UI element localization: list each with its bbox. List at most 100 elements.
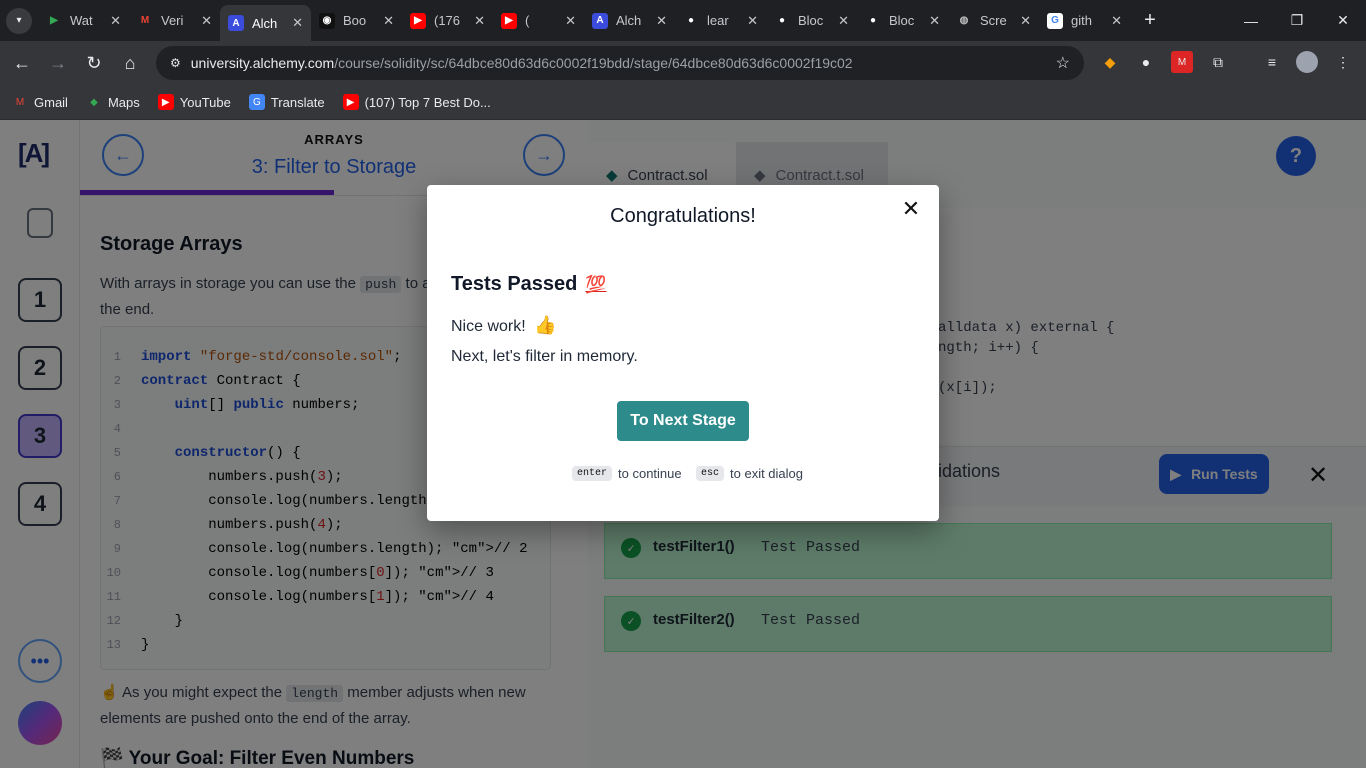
browser-menu-icon[interactable]: ⋮ bbox=[1332, 51, 1354, 73]
github-icon: ● bbox=[778, 15, 786, 26]
github-icon: ● bbox=[687, 15, 695, 26]
reload-button[interactable]: ↻ bbox=[76, 53, 112, 74]
alchemy-icon: A bbox=[592, 12, 608, 29]
dialog-title: Congratulations! bbox=[610, 205, 756, 227]
maximize-button[interactable]: ❐ bbox=[1274, 0, 1320, 41]
dialog-heading: Tests Passed 💯 bbox=[451, 273, 607, 296]
bookmark-label: Gmail bbox=[34, 94, 68, 110]
tab-search-button[interactable]: ▾ bbox=[6, 7, 32, 34]
browser-tab[interactable]: A Alch ✕ bbox=[584, 5, 675, 37]
browser-tab-strip: ▾ ▶ Wat ✕ M Veri ✕ A Alch ✕ ◉ Boo ✕ ▶ (176 ✕ ▶(✕ A Alch ✕ ●… bbox=[0, 0, 1366, 41]
tab-title: (176 bbox=[434, 13, 461, 28]
bookmark-item[interactable]: ▶ (107) Top 7 Best Do... bbox=[342, 94, 491, 110]
close-tab-icon[interactable]: ✕ bbox=[565, 13, 576, 29]
youtube-icon: ▶ bbox=[501, 12, 517, 29]
globe-icon: ◍ bbox=[959, 15, 969, 26]
play-icon: ▶ bbox=[50, 15, 58, 26]
next-stage-dialog-button[interactable]: To Next Stage bbox=[617, 401, 749, 441]
enter-hint-text: to continue bbox=[618, 466, 682, 481]
bot-icon: ◉ bbox=[319, 12, 335, 29]
back-button[interactable]: ← bbox=[4, 53, 40, 74]
tab-title: Bloc bbox=[798, 13, 824, 28]
site-info-icon[interactable]: ⚙ bbox=[170, 56, 181, 70]
tab-title: Bloc bbox=[889, 13, 915, 28]
browser-tab[interactable]: ◍ Scre ✕ bbox=[948, 5, 1039, 37]
bookmark-label: (107) Top 7 Best Do... bbox=[364, 94, 491, 110]
browser-tab[interactable]: ◉ Boo ✕ bbox=[311, 5, 402, 37]
browser-toolbar: ← → ↻ ⌂ ⚙ university.alchemy.com/course/… bbox=[0, 41, 1366, 85]
browser-tab[interactable]: M Veri ✕ bbox=[129, 5, 220, 37]
tab-title: Alch bbox=[252, 15, 278, 31]
url-host: university.alchemy.com bbox=[190, 55, 335, 71]
bookmark-item[interactable]: G Translate bbox=[248, 94, 325, 110]
close-tab-icon[interactable]: ✕ bbox=[110, 13, 121, 29]
browser-tab[interactable]: ● Bloc ✕ bbox=[857, 5, 948, 37]
youtube-icon: ▶ bbox=[410, 12, 426, 29]
close-tab-icon[interactable]: ✕ bbox=[929, 13, 940, 29]
bookmark-item[interactable]: ◆ Maps bbox=[86, 94, 140, 110]
media-control-icon[interactable]: ≡ bbox=[1261, 51, 1283, 73]
close-tab-icon[interactable]: ✕ bbox=[1111, 13, 1122, 29]
maps-icon: ◆ bbox=[90, 96, 98, 108]
tab-title: Boo bbox=[343, 13, 367, 28]
nice-work-text: Nice work! bbox=[451, 318, 526, 335]
close-tab-icon[interactable]: ✕ bbox=[201, 13, 212, 29]
browser-tab[interactable]: ● Bloc ✕ bbox=[766, 5, 857, 37]
bookmark-label: YouTube bbox=[179, 94, 231, 110]
forward-button[interactable]: → bbox=[40, 53, 76, 74]
bookmark-item[interactable]: M Gmail bbox=[12, 94, 68, 110]
browser-tab[interactable]: ▶ (176 ✕ bbox=[402, 5, 493, 37]
bookmark-label: Translate bbox=[270, 94, 325, 110]
enter-key: enter bbox=[572, 466, 613, 481]
chevron-down-icon: ▾ bbox=[16, 15, 22, 26]
close-tab-icon[interactable]: ✕ bbox=[474, 13, 485, 29]
enter-hint: enter to continue bbox=[572, 466, 682, 481]
browser-tab[interactable]: ▶ Wat ✕ bbox=[38, 5, 129, 37]
youtube-icon: ▶ bbox=[342, 94, 359, 110]
close-tab-icon[interactable]: ✕ bbox=[292, 15, 303, 31]
address-bar[interactable]: ⚙ university.alchemy.com/course/solidity… bbox=[156, 46, 1084, 80]
tests-passed-text: Tests Passed bbox=[451, 273, 578, 295]
bookmark-label: Maps bbox=[107, 94, 140, 110]
close-icon[interactable]: ✕ bbox=[899, 196, 923, 221]
gmail-icon: M bbox=[140, 15, 150, 26]
close-tab-icon[interactable]: ✕ bbox=[747, 13, 758, 29]
close-tab-icon[interactable]: ✕ bbox=[656, 13, 667, 29]
bookmark-star-icon[interactable]: ☆ bbox=[1056, 53, 1070, 73]
google-icon: G bbox=[1047, 12, 1063, 29]
url-path: /course/solidity/sc/64dbce80d63d6c0002f1… bbox=[334, 55, 853, 71]
close-tab-icon[interactable]: ✕ bbox=[838, 13, 849, 29]
browser-tab[interactable]: A Alch ✕ bbox=[220, 5, 311, 41]
hundred-points-icon: 💯 bbox=[585, 275, 607, 294]
alchemy-icon: A bbox=[228, 15, 244, 31]
dialog-line-2: Next, let's filter in memory. bbox=[451, 348, 638, 365]
new-tab-button[interactable]: + bbox=[1136, 9, 1164, 32]
gmail-icon: M bbox=[15, 96, 25, 108]
minimize-button[interactable]: — bbox=[1228, 0, 1274, 41]
ninja-extension-icon[interactable]: ● bbox=[1135, 51, 1157, 73]
bookmarks-bar: M Gmail ◆ Maps ▶ YouTube G Translate ▶ (107) Top … bbox=[0, 85, 1366, 120]
close-tab-icon[interactable]: ✕ bbox=[383, 13, 394, 29]
thumbs-up-icon: 👍 bbox=[534, 315, 557, 335]
tab-title: lear bbox=[707, 13, 729, 28]
home-button[interactable]: ⌂ bbox=[112, 53, 148, 74]
tab-title: Scre bbox=[980, 13, 1007, 28]
bookmark-item[interactable]: ▶ YouTube bbox=[157, 94, 231, 110]
tab-title: Wat bbox=[70, 13, 93, 28]
shield-extension-icon[interactable]: ◆ bbox=[1099, 51, 1121, 73]
browser-tab[interactable]: ▶ (✕ bbox=[493, 5, 584, 37]
profile-avatar-icon[interactable] bbox=[1296, 51, 1318, 73]
close-window-button[interactable]: ✕ bbox=[1320, 0, 1366, 41]
tab-title: Alch bbox=[616, 13, 642, 28]
close-tab-icon[interactable]: ✕ bbox=[1020, 13, 1031, 29]
youtube-icon: ▶ bbox=[157, 94, 174, 110]
esc-key: esc bbox=[696, 466, 725, 481]
tab-title: Veri bbox=[161, 13, 184, 28]
mendeley-extension-icon[interactable]: M bbox=[1171, 51, 1193, 73]
extensions-puzzle-icon[interactable]: ⧉ bbox=[1207, 51, 1229, 73]
esc-hint-text: to exit dialog bbox=[730, 466, 804, 481]
congratulations-dialog: Congratulations! ✕ Tests Passed 💯 Nice wo… bbox=[427, 185, 939, 521]
browser-tab[interactable]: Ggith ✕ bbox=[1039, 5, 1130, 37]
dialog-line-1: Nice work! 👍 bbox=[451, 315, 557, 336]
browser-tab[interactable]: ● lear ✕ bbox=[675, 5, 766, 37]
